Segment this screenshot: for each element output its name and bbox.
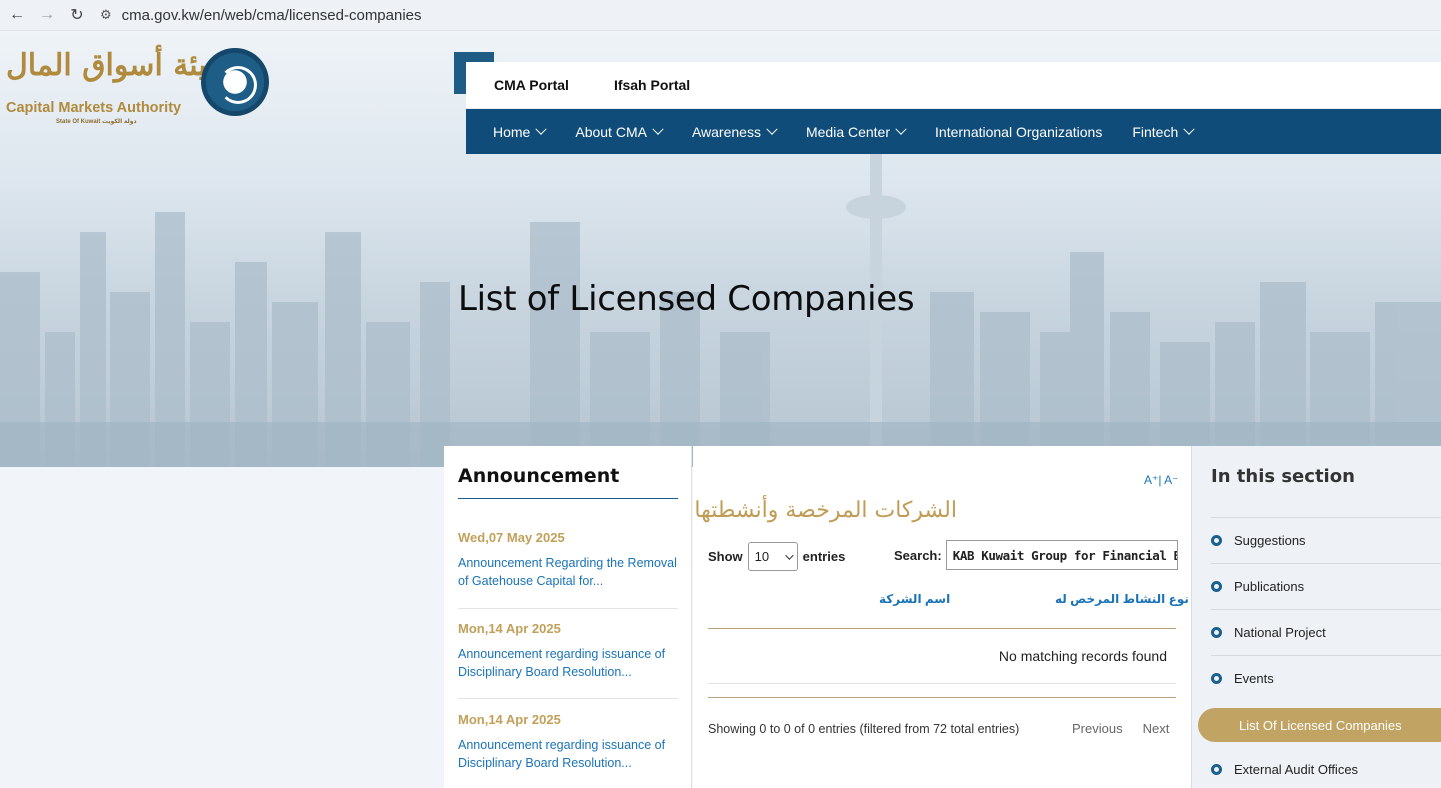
bullet-icon xyxy=(1211,535,1222,546)
announcement-link[interactable]: Announcement regarding issuance of Disci… xyxy=(458,645,678,681)
announcement-link[interactable]: Announcement regarding issuance of Disci… xyxy=(458,736,678,772)
section-item-label: National Project xyxy=(1234,625,1326,640)
announcement-item: Mon,14 Apr 2025 Announcement regarding i… xyxy=(458,621,678,681)
column-header-activity[interactable]: نوع النشاط المرخص له xyxy=(1055,592,1189,606)
ifsah-portal-link[interactable]: Ifsah Portal xyxy=(614,77,690,93)
announcement-item: Wed,07 May 2025 Announcement Regarding t… xyxy=(458,530,678,590)
search-label: Search: xyxy=(894,547,942,563)
section-item-label: External Audit Offices xyxy=(1234,761,1359,777)
announcement-link[interactable]: Announcement Regarding the Removal of Ga… xyxy=(458,554,678,590)
bullet-icon xyxy=(1211,673,1222,684)
announcement-date: Mon,14 Apr 2025 xyxy=(458,621,561,636)
table-footer-rule xyxy=(708,697,1176,698)
in-this-section-panel: In this section Suggestions Publications… xyxy=(1191,446,1441,788)
logo-subtitle: State Of Kuwait دولة الكويت xyxy=(56,119,137,125)
reload-icon[interactable]: ↻ xyxy=(64,2,90,28)
nav-home-label: Home xyxy=(493,123,531,140)
announcement-item: Mon,14 Apr 2025 Announcement regarding i… xyxy=(458,712,678,772)
chevron-down-icon xyxy=(535,123,548,135)
nav-intl-label: International Organizations xyxy=(935,123,1103,140)
section-item-suggestions[interactable]: Suggestions xyxy=(1211,517,1441,563)
page-title: List of Licensed Companies xyxy=(458,279,915,319)
table-header-rule xyxy=(708,628,1176,629)
table-search: Search: KAB Kuwait Group for Financial B… xyxy=(894,540,1178,570)
licensed-companies-panel: A⁺| A⁻ الشركات المرخصة وأنشطتها Show 10 … xyxy=(693,446,1191,788)
announcement-date: Mon,14 Apr 2025 xyxy=(458,712,561,727)
nav-international-organizations[interactable]: International Organizations xyxy=(935,124,1102,140)
next-button[interactable]: Next xyxy=(1143,721,1170,736)
font-size-control[interactable]: A⁺| A⁻ xyxy=(1144,473,1178,487)
nav-media-center[interactable]: Media Center xyxy=(805,123,907,140)
section-item-licensed-companies-active[interactable]: List Of Licensed Companies xyxy=(1198,708,1441,742)
empty-table-message: No matching records found xyxy=(998,648,1167,664)
section-item-label: Suggestions xyxy=(1234,533,1306,548)
nav-home[interactable]: Home xyxy=(493,123,548,140)
nav-about-label: About CMA xyxy=(575,123,647,140)
show-label: Show xyxy=(708,549,743,564)
announcement-date: Wed,07 May 2025 xyxy=(458,530,565,545)
chevron-down-icon xyxy=(784,550,794,560)
portal-bar: CMA Portal Ifsah Portal xyxy=(466,62,1441,108)
announcement-title: Announcement xyxy=(458,465,620,487)
nav-about-cma[interactable]: About CMA xyxy=(575,123,664,140)
logo-english-text: Capital Markets Authority xyxy=(6,100,182,116)
site-info-icon[interactable]: ⚙ xyxy=(100,7,112,23)
divider xyxy=(458,608,678,609)
chevron-down-icon xyxy=(652,123,664,135)
nav-awareness[interactable]: Awareness xyxy=(691,123,778,140)
section-title: In this section xyxy=(1211,466,1355,487)
section-item-national-project[interactable]: National Project xyxy=(1211,609,1441,655)
chevron-down-icon xyxy=(766,123,778,135)
nav-fintech-label: Fintech xyxy=(1132,123,1179,140)
divider xyxy=(708,683,1176,684)
nav-fintech[interactable]: Fintech xyxy=(1132,123,1195,140)
section-item-label: List Of Licensed Companies xyxy=(1239,717,1402,733)
column-header-company[interactable]: اسم الشركة xyxy=(879,592,950,606)
emblem-icon xyxy=(201,48,269,116)
bullet-icon xyxy=(1211,763,1222,775)
section-item-events[interactable]: Events xyxy=(1211,655,1441,701)
browser-toolbar: ← → ↻ ⚙ cma.gov.kw/en/web/cma/licensed-c… xyxy=(0,0,1441,31)
section-item-external-audit-offices[interactable]: External Audit Offices xyxy=(1211,746,1441,788)
chevron-down-icon xyxy=(1183,123,1195,135)
pagination: Previous Next xyxy=(1072,721,1169,736)
announcement-panel: Announcement Wed,07 May 2025 Announcemen… xyxy=(444,446,692,788)
section-item-publications[interactable]: Publications xyxy=(1211,563,1441,609)
section-item-label: Publications xyxy=(1234,579,1305,594)
entries-select[interactable]: 10 xyxy=(747,542,798,571)
bullet-icon xyxy=(1211,581,1222,592)
chevron-down-icon xyxy=(895,123,907,135)
back-arrow-icon[interactable]: ← xyxy=(4,2,30,28)
bullet-icon xyxy=(1211,627,1222,638)
arabic-heading: الشركات المرخصة وأنشطتها xyxy=(694,498,957,523)
main-navigation: Home About CMA Awareness Media Center In… xyxy=(466,109,1441,154)
table-info: Showing 0 to 0 of 0 entries (filtered fr… xyxy=(708,722,1020,736)
entries-select-value: 10 xyxy=(754,549,770,564)
divider xyxy=(458,498,678,499)
page-background xyxy=(0,467,444,788)
entries-length-control: Show 10 entries xyxy=(708,542,845,571)
cma-portal-link[interactable]: CMA Portal xyxy=(494,77,569,93)
nav-awareness-label: Awareness xyxy=(691,123,761,140)
logo-arabic-text: هيئة أسواق المال xyxy=(6,48,224,83)
section-item-label: Events xyxy=(1234,671,1274,686)
search-input[interactable]: KAB Kuwait Group for Financial Brokerage xyxy=(945,540,1178,570)
cma-logo[interactable]: هيئة أسواق المال Capital Markets Authori… xyxy=(4,46,274,131)
divider xyxy=(458,698,678,699)
previous-button[interactable]: Previous xyxy=(1072,721,1123,736)
entries-label: entries xyxy=(802,549,846,564)
nav-media-label: Media Center xyxy=(805,123,891,140)
forward-arrow-icon[interactable]: → xyxy=(34,2,60,28)
address-bar[interactable]: cma.gov.kw/en/web/cma/licensed-companies xyxy=(122,7,422,24)
